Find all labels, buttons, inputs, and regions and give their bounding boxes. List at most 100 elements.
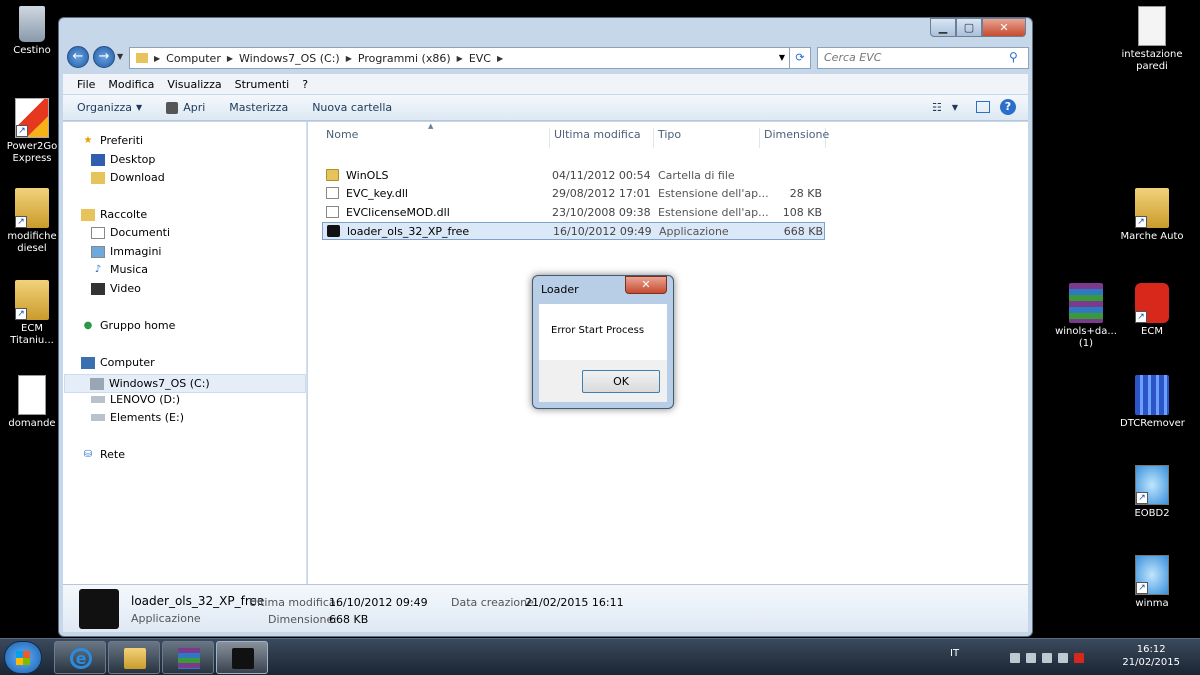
minimize-button[interactable]: ▁: [930, 18, 956, 37]
breadcrumb-separator: ▶: [154, 53, 161, 63]
menu-visualizza[interactable]: Visualizza: [167, 78, 221, 91]
burn-button[interactable]: Masterizza: [229, 101, 288, 114]
close-button[interactable]: ✕: [982, 18, 1026, 37]
taskbar-winrar[interactable]: [162, 641, 214, 674]
nav-libraries[interactable]: Raccolte: [81, 208, 147, 221]
show-hidden-icons[interactable]: [1010, 653, 1020, 663]
column-size[interactable]: Dimensione: [760, 128, 829, 148]
document-icon: [18, 375, 46, 415]
column-name[interactable]: Nome: [322, 128, 550, 148]
nav-video[interactable]: Video: [91, 282, 141, 295]
breadcrumb-programmi[interactable]: Programmi (x86): [358, 52, 451, 65]
dialog-close-button[interactable]: ✕: [625, 276, 667, 294]
open-button[interactable]: Apri: [166, 101, 205, 114]
internet-explorer-icon: e: [70, 648, 92, 669]
address-dropdown-button[interactable]: ▼: [775, 47, 789, 69]
desktop-icon-winma[interactable]: ↗ winma: [1120, 555, 1184, 610]
taskbar-loader[interactable]: [216, 641, 268, 674]
nav-network[interactable]: ⛁ Rete: [81, 448, 125, 461]
breadcrumb-computer[interactable]: Computer: [166, 52, 221, 65]
menu-help[interactable]: ?: [302, 78, 308, 91]
computer-icon: [81, 356, 95, 369]
shortcut-arrow-icon: ↗: [1136, 582, 1148, 594]
menu-file[interactable]: File: [77, 78, 95, 91]
column-modified[interactable]: Ultima modifica: [550, 128, 654, 148]
nav-homegroup[interactable]: ● Gruppo home: [81, 319, 176, 332]
file-row[interactable]: EVC_key.dll 29/08/2012 17:01 Estensione …: [322, 185, 825, 203]
desktop-icon-label: modifiche diesel: [7, 231, 57, 254]
nav-drive-e[interactable]: Elements (E:): [91, 411, 184, 424]
breadcrumb-separator[interactable]: ▶: [497, 54, 503, 63]
menu-modifica[interactable]: Modifica: [108, 78, 154, 91]
search-icon[interactable]: ⚲: [1009, 50, 1023, 64]
nav-label: Video: [110, 282, 141, 295]
clock[interactable]: 16:12 21/02/2015: [1122, 643, 1180, 669]
nav-documents[interactable]: Documenti: [91, 226, 170, 239]
nav-drive-c[interactable]: Windows7_OS (C:): [64, 374, 306, 393]
desktop-icon-power2go[interactable]: ↗ Power2Go Express: [0, 98, 64, 165]
desktop-icon-label: ECM: [1141, 326, 1163, 337]
nav-computer[interactable]: Computer: [81, 356, 155, 369]
menu-strumenti[interactable]: Strumenti: [235, 78, 290, 91]
folder-icon: ↗: [15, 280, 49, 320]
forward-button[interactable]: →: [93, 46, 115, 68]
desktop-icon-eobd2[interactable]: ↗ EOBD2: [1120, 465, 1184, 520]
refresh-button[interactable]: ⟳: [789, 47, 811, 69]
taskbar-internet-explorer[interactable]: e: [54, 641, 106, 674]
breadcrumb-separator[interactable]: ▶: [457, 54, 463, 63]
power-icon[interactable]: [1026, 653, 1036, 663]
desktop-icon-marche-auto[interactable]: ↗ Marche Auto: [1120, 188, 1184, 243]
nav-drive-d[interactable]: LENOVO (D:): [91, 393, 180, 406]
desktop-icon-winols-archive[interactable]: winols+da... (1): [1054, 283, 1118, 350]
open-label: Apri: [183, 101, 206, 114]
desktop-icon-dtcremover[interactable]: DTCRemover: [1120, 375, 1185, 430]
network-tray-icon[interactable]: [1042, 653, 1052, 663]
file-type: Estensione dell'ap...: [658, 206, 769, 219]
nav-images[interactable]: Immagini: [91, 245, 161, 258]
address-bar[interactable]: ▶ Computer ▶ Windows7_OS (C:) ▶ Programm…: [129, 47, 809, 69]
document-icon: [1138, 6, 1166, 46]
search-input[interactable]: Cerca EVC: [817, 47, 1029, 69]
taskbar-explorer[interactable]: [108, 641, 160, 674]
back-button[interactable]: ←: [67, 46, 89, 68]
ok-button[interactable]: OK: [582, 370, 660, 393]
breadcrumb-separator[interactable]: ▶: [227, 54, 233, 63]
language-indicator[interactable]: IT: [950, 648, 959, 659]
file-size: 668 KB: [783, 225, 823, 238]
menu-bar: File Modifica Visualizza Strumenti ?: [63, 74, 1028, 94]
organize-button[interactable]: Organizza ▼: [77, 101, 142, 114]
recent-pages-dropdown[interactable]: ▼: [117, 52, 123, 61]
breadcrumb-evc[interactable]: EVC: [469, 52, 491, 65]
start-button[interactable]: [4, 641, 42, 674]
file-row[interactable]: EVClicenseMOD.dll 23/10/2008 09:38 Esten…: [322, 204, 825, 222]
new-folder-button[interactable]: Nuova cartella: [312, 101, 392, 114]
details-kind: Applicazione: [131, 612, 201, 625]
loader-app-icon: [79, 589, 119, 629]
desktop-icon-ecm-titanium[interactable]: ↗ ECM Titaniu...: [0, 280, 64, 347]
nav-download[interactable]: Download: [91, 171, 165, 184]
view-controls: ☷ ▼ ?: [932, 99, 1016, 115]
nav-music[interactable]: ♪ Musica: [91, 263, 148, 276]
desktop-icon-domande[interactable]: domande: [0, 375, 64, 430]
nav-favorites[interactable]: ★ Preferiti: [81, 134, 144, 147]
file-row[interactable]: WinOLS 04/11/2012 00:54 Cartella di file: [322, 167, 825, 185]
desktop-icon-intestazione[interactable]: intestazione paredi: [1120, 6, 1184, 73]
desktop-icon-ecm[interactable]: ↗ ECM: [1120, 283, 1184, 338]
taskbar: e IT 16:12 21/02/2015: [0, 638, 1200, 675]
maximize-button[interactable]: ▢: [956, 18, 982, 37]
preview-pane-icon[interactable]: [976, 101, 990, 113]
breadcrumb-drive-c[interactable]: Windows7_OS (C:): [239, 52, 340, 65]
details-size-label: Dimensione:: [268, 613, 337, 626]
nav-label: Gruppo home: [100, 319, 176, 332]
desktop-icon-modifiche-diesel[interactable]: ↗ modifiche diesel: [0, 188, 64, 255]
file-row-selected[interactable]: loader_ols_32_XP_free 16/10/2012 09:49 A…: [322, 222, 825, 240]
view-options-dropdown[interactable]: ▼: [952, 103, 958, 112]
help-icon[interactable]: ?: [1000, 99, 1016, 115]
change-view-icon[interactable]: ☷: [932, 101, 942, 114]
breadcrumb-separator[interactable]: ▶: [346, 54, 352, 63]
desktop-icon-cestino[interactable]: Cestino: [0, 6, 64, 57]
volume-icon[interactable]: [1058, 653, 1068, 663]
column-type[interactable]: Tipo: [654, 128, 760, 148]
nav-desktop[interactable]: Desktop: [91, 153, 155, 166]
action-center-icon[interactable]: [1074, 653, 1084, 663]
